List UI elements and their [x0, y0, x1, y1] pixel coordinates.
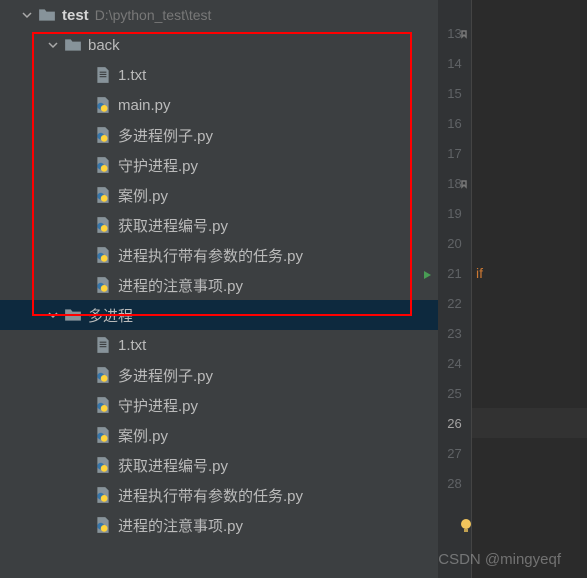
- python-file-icon: [94, 366, 112, 384]
- python-file-icon: [94, 456, 112, 474]
- python-file-icon: [94, 426, 112, 444]
- folder-icon: [64, 36, 82, 54]
- gutter-line[interactable]: 23: [438, 318, 471, 348]
- file-label: 1.txt: [118, 67, 146, 84]
- text-file-icon: [94, 336, 112, 354]
- gutter-line[interactable]: 13: [438, 18, 471, 48]
- code-line[interactable]: [472, 348, 587, 378]
- python-file-icon: [94, 396, 112, 414]
- keyword-if: if: [476, 265, 483, 281]
- file-label: 案例.py: [118, 425, 168, 446]
- root-path: D:\python_test\test: [95, 7, 212, 23]
- editor-gutter[interactable]: 13 14 15 16 17 18 19 20 21 22 23 24 25 2…: [438, 0, 472, 578]
- code-line[interactable]: [472, 108, 587, 138]
- gutter-line[interactable]: 28: [438, 468, 471, 498]
- run-icon[interactable]: [422, 268, 432, 278]
- tree-file[interactable]: 案例.py: [0, 420, 438, 450]
- tree-file[interactable]: 多进程例子.py: [0, 120, 438, 150]
- file-label: 1.txt: [118, 337, 146, 354]
- file-label: 进程执行带有参数的任务.py: [118, 245, 303, 266]
- editor-area[interactable]: if: [472, 0, 587, 578]
- chevron-down-icon[interactable]: [46, 38, 60, 52]
- tree-root-row[interactable]: test D:\python_test\test: [0, 0, 438, 30]
- file-label: 获取进程编号.py: [118, 455, 228, 476]
- chevron-down-icon[interactable]: [46, 308, 60, 322]
- python-file-icon: [94, 486, 112, 504]
- folder-icon: [38, 6, 56, 24]
- code-line[interactable]: [472, 288, 587, 318]
- tree-file[interactable]: 守护进程.py: [0, 150, 438, 180]
- code-line[interactable]: [472, 318, 587, 348]
- file-label: 进程执行带有参数的任务.py: [118, 485, 303, 506]
- gutter-line[interactable]: 21: [438, 258, 471, 288]
- folder-icon: [64, 306, 82, 324]
- file-label: 守护进程.py: [118, 395, 198, 416]
- tree-file[interactable]: 1.txt: [0, 330, 438, 360]
- code-line[interactable]: [472, 408, 587, 438]
- tree-file[interactable]: 进程执行带有参数的任务.py: [0, 240, 438, 270]
- tree-file[interactable]: 案例.py: [0, 180, 438, 210]
- code-line[interactable]: [472, 48, 587, 78]
- tree-file[interactable]: 多进程例子.py: [0, 360, 438, 390]
- tree-file[interactable]: 进程执行带有参数的任务.py: [0, 480, 438, 510]
- text-file-icon: [94, 66, 112, 84]
- code-line[interactable]: [472, 78, 587, 108]
- file-label: 进程的注意事项.py: [118, 515, 243, 536]
- python-file-icon: [94, 156, 112, 174]
- fold-marker-icon[interactable]: [459, 178, 469, 188]
- file-label: 案例.py: [118, 185, 168, 206]
- watermark: CSDN @mingyeqf: [438, 551, 561, 568]
- code-line[interactable]: [472, 468, 587, 498]
- tree-file[interactable]: 守护进程.py: [0, 390, 438, 420]
- file-label: 守护进程.py: [118, 155, 198, 176]
- folder-label: 多进程: [88, 305, 133, 326]
- file-label: 获取进程编号.py: [118, 215, 228, 236]
- file-label: 多进程例子.py: [118, 125, 213, 146]
- folder-label: back: [88, 37, 120, 54]
- gutter-line[interactable]: 26: [438, 408, 471, 438]
- tree-folder-back[interactable]: back: [0, 30, 438, 60]
- tree-file[interactable]: 获取进程编号.py: [0, 210, 438, 240]
- gutter-line[interactable]: 18: [438, 168, 471, 198]
- tree-file[interactable]: 1.txt: [0, 60, 438, 90]
- gutter-line[interactable]: 15: [438, 78, 471, 108]
- file-label: 进程的注意事项.py: [118, 275, 243, 296]
- tree-file[interactable]: 进程的注意事项.py: [0, 510, 438, 540]
- gutter-line[interactable]: 27: [438, 438, 471, 468]
- python-file-icon: [94, 276, 112, 294]
- gutter-line[interactable]: 14: [438, 48, 471, 78]
- code-line[interactable]: [472, 228, 587, 258]
- gutter-line[interactable]: 25: [438, 378, 471, 408]
- fold-marker-icon[interactable]: [459, 28, 469, 38]
- file-label: 多进程例子.py: [118, 365, 213, 386]
- tree-file[interactable]: 获取进程编号.py: [0, 450, 438, 480]
- python-file-icon: [94, 516, 112, 534]
- gutter-line[interactable]: 22: [438, 288, 471, 318]
- python-file-icon: [94, 216, 112, 234]
- tree-folder-multiprocess[interactable]: 多进程: [0, 300, 438, 330]
- python-file-icon: [94, 186, 112, 204]
- python-file-icon: [94, 126, 112, 144]
- code-line[interactable]: [472, 138, 587, 168]
- gutter-line[interactable]: 16: [438, 108, 471, 138]
- python-file-icon: [94, 246, 112, 264]
- file-label: main.py: [118, 97, 171, 114]
- python-file-icon: [94, 96, 112, 114]
- code-line[interactable]: [472, 198, 587, 228]
- root-name: test: [62, 7, 89, 24]
- code-line[interactable]: [472, 438, 587, 468]
- tree-file[interactable]: main.py: [0, 90, 438, 120]
- intention-bulb-icon[interactable]: [458, 518, 474, 534]
- chevron-down-icon[interactable]: [20, 8, 34, 22]
- code-line[interactable]: [472, 168, 587, 198]
- gutter-line[interactable]: 24: [438, 348, 471, 378]
- code-line[interactable]: [472, 18, 587, 48]
- code-line[interactable]: [472, 378, 587, 408]
- project-tree[interactable]: test D:\python_test\test back 1.txt main…: [0, 0, 438, 578]
- code-line[interactable]: if: [472, 258, 587, 288]
- gutter-line[interactable]: 19: [438, 198, 471, 228]
- gutter-line[interactable]: 17: [438, 138, 471, 168]
- tree-file[interactable]: 进程的注意事项.py: [0, 270, 438, 300]
- gutter-line[interactable]: 20: [438, 228, 471, 258]
